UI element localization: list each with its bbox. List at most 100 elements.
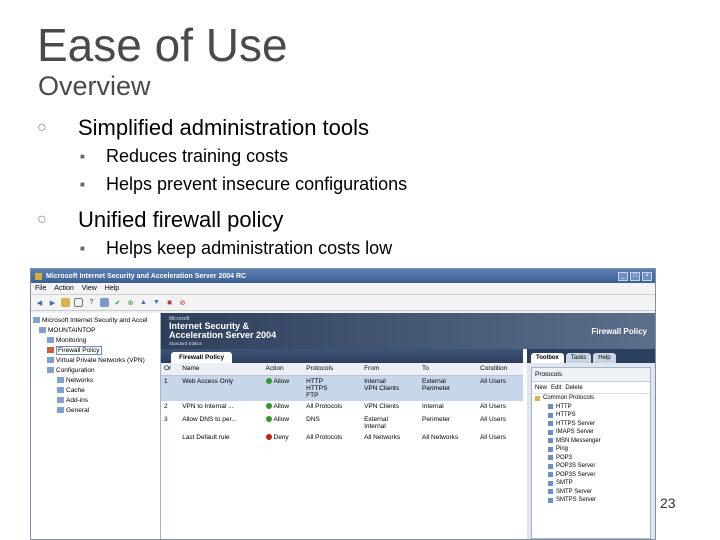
window-titlebar: Microsoft Internet Security and Accelera… (31, 269, 655, 283)
deny-icon (265, 433, 272, 440)
product-banner: Microsoft Internet Security & Acceleratio… (161, 313, 655, 349)
protocol-group[interactable]: Common Protocols (532, 394, 650, 403)
column-header[interactable]: Action (262, 363, 304, 376)
list-item[interactable]: MSN Messenger (532, 437, 650, 446)
page-number: 23 (660, 495, 676, 511)
add-ins-icon (57, 397, 64, 403)
bullet-list: ○ Simplified administration tools ■ Reduce… (36, 114, 676, 262)
general-icon (57, 407, 64, 413)
tree-node-firewall-policy[interactable]: Firewall Policy (33, 345, 158, 355)
menu-view[interactable]: View (82, 285, 97, 292)
list-item[interactable]: POP3 (532, 454, 650, 463)
table-row[interactable]: Last Default rule Deny All Protocols All… (161, 432, 523, 445)
tree-node-networks[interactable]: Networks (33, 375, 158, 385)
slide-subtitle: Overview (38, 71, 151, 101)
delete-button[interactable]: Delete (565, 385, 582, 391)
bullet-text: Unified firewall policy (78, 207, 284, 232)
bullet-level1: ○ Unified firewall policy (36, 206, 676, 234)
banner-section: Firewall Policy (591, 327, 647, 336)
move-up-icon[interactable]: ▲ (139, 298, 148, 307)
computer-icon (39, 327, 46, 333)
maximize-icon[interactable]: □ (630, 271, 640, 281)
table-row[interactable]: 2 VPN to Internal ... Allow All Protocol… (161, 401, 523, 414)
tree-node-add-ins[interactable]: Add-ins (33, 395, 158, 405)
minimize-icon[interactable]: _ (618, 271, 628, 281)
table-row[interactable]: 3 Allow DNS to per... Allow DNS External… (161, 414, 523, 432)
protocol-icon (548, 438, 553, 444)
bullet-level2: ■ Helps prevent insecure configurations (80, 170, 676, 198)
back-icon[interactable]: ◀ (35, 298, 44, 307)
tab-help[interactable]: Help (593, 353, 616, 363)
protocol-icon (548, 489, 553, 495)
menu-help[interactable]: Help (105, 285, 119, 292)
tree-node-vpn[interactable]: Virtual Private Networks (VPN) (33, 355, 158, 365)
delete-icon[interactable]: ✖ (165, 298, 174, 307)
list-item[interactable]: HTTP (532, 403, 650, 412)
list-item[interactable]: IMAPS Server (532, 428, 650, 437)
up-folder-icon[interactable] (61, 298, 70, 307)
folder-icon (535, 395, 540, 401)
list-item[interactable]: Ping (532, 445, 650, 454)
move-down-icon[interactable]: ▼ (152, 298, 161, 307)
monitor-icon (47, 337, 54, 343)
tab-toolbox[interactable]: Toolbox (531, 353, 564, 363)
column-header[interactable]: Protocols (303, 363, 362, 376)
bullet-square-icon: ■ (80, 151, 85, 161)
properties-icon[interactable] (100, 298, 109, 307)
apply-icon[interactable]: ✔ (113, 298, 122, 307)
column-header[interactable]: Condition (476, 363, 523, 376)
tab-tasks[interactable]: Tasks (565, 353, 592, 363)
rules-table: Or Name Action Protocols From To Conditi… (161, 363, 523, 445)
column-header[interactable]: Name (179, 363, 263, 376)
new-button[interactable]: New (535, 385, 547, 391)
bullet-square-icon: ■ (80, 243, 85, 253)
protocols-section-title[interactable]: Protocols (535, 371, 562, 378)
list-item[interactable]: SMTP (532, 479, 650, 488)
protocol-icon (548, 429, 553, 435)
forward-icon[interactable]: ▶ (48, 298, 57, 307)
table-row[interactable]: 1 Web Access Only Allow HTTP HTTPS FTP Int… (161, 375, 523, 401)
disable-icon[interactable]: ⊘ (178, 298, 187, 307)
bullet-ring-icon: ○ (37, 211, 47, 228)
allow-icon (265, 377, 272, 384)
firewall-icon (47, 347, 54, 353)
list-item[interactable]: POP3S Server (532, 471, 650, 480)
firewall-policy-area: Firewall Policy Or Name Action Protocols… (161, 349, 523, 539)
allow-icon (265, 402, 272, 409)
tree-node[interactable]: Microsoft Internet Security and Accel (33, 315, 158, 325)
list-item[interactable]: HTTPS (532, 411, 650, 420)
close-icon[interactable]: × (642, 271, 652, 281)
banner-edition: Standard Edition (169, 341, 203, 346)
column-header[interactable]: Or (161, 363, 180, 376)
cache-icon (57, 387, 64, 393)
network-icon (57, 377, 64, 383)
list-item[interactable]: HTTPS Server (532, 420, 650, 429)
vpn-icon (47, 357, 54, 363)
help-icon[interactable]: ? (87, 298, 96, 307)
show-tree-icon[interactable] (74, 298, 83, 307)
protocol-icon (548, 446, 553, 452)
list-item[interactable]: POP3S Server (532, 462, 650, 471)
tree-node-monitoring[interactable]: Monitoring (33, 335, 158, 345)
protocol-icon (548, 455, 553, 461)
toolbox-panel: Protocols New Edit Delete Common Protoco… (531, 367, 651, 539)
menu-file[interactable]: File (35, 285, 46, 292)
tree-node-configuration[interactable]: Configuration (33, 365, 158, 375)
menu-action[interactable]: Action (54, 285, 73, 292)
add-icon[interactable]: ⊕ (126, 298, 135, 307)
bullet-text: Reduces training costs (106, 145, 289, 166)
bullet-level1: ○ Simplified administration tools (36, 114, 676, 142)
list-item[interactable]: SMTP Server (532, 488, 650, 497)
tree-node-cache[interactable]: Cache (33, 385, 158, 395)
tree-node[interactable]: MOUNTAINTOP (33, 325, 158, 335)
toolbar: ◀ ▶ ? ✔ ⊕ ▲ ▼ ✖ ⊘ (31, 295, 655, 311)
protocol-icon (548, 412, 553, 418)
protocol-icon (548, 421, 553, 427)
tab-firewall-policy[interactable]: Firewall Policy (171, 352, 233, 363)
column-header[interactable]: From (361, 363, 419, 376)
column-header[interactable]: To (419, 363, 477, 376)
list-item[interactable]: SMTPS Server (532, 496, 650, 505)
menu-bar: File Action View Help (31, 283, 655, 295)
tree-node-general[interactable]: General (33, 405, 158, 415)
edit-button[interactable]: Edit (551, 385, 561, 391)
